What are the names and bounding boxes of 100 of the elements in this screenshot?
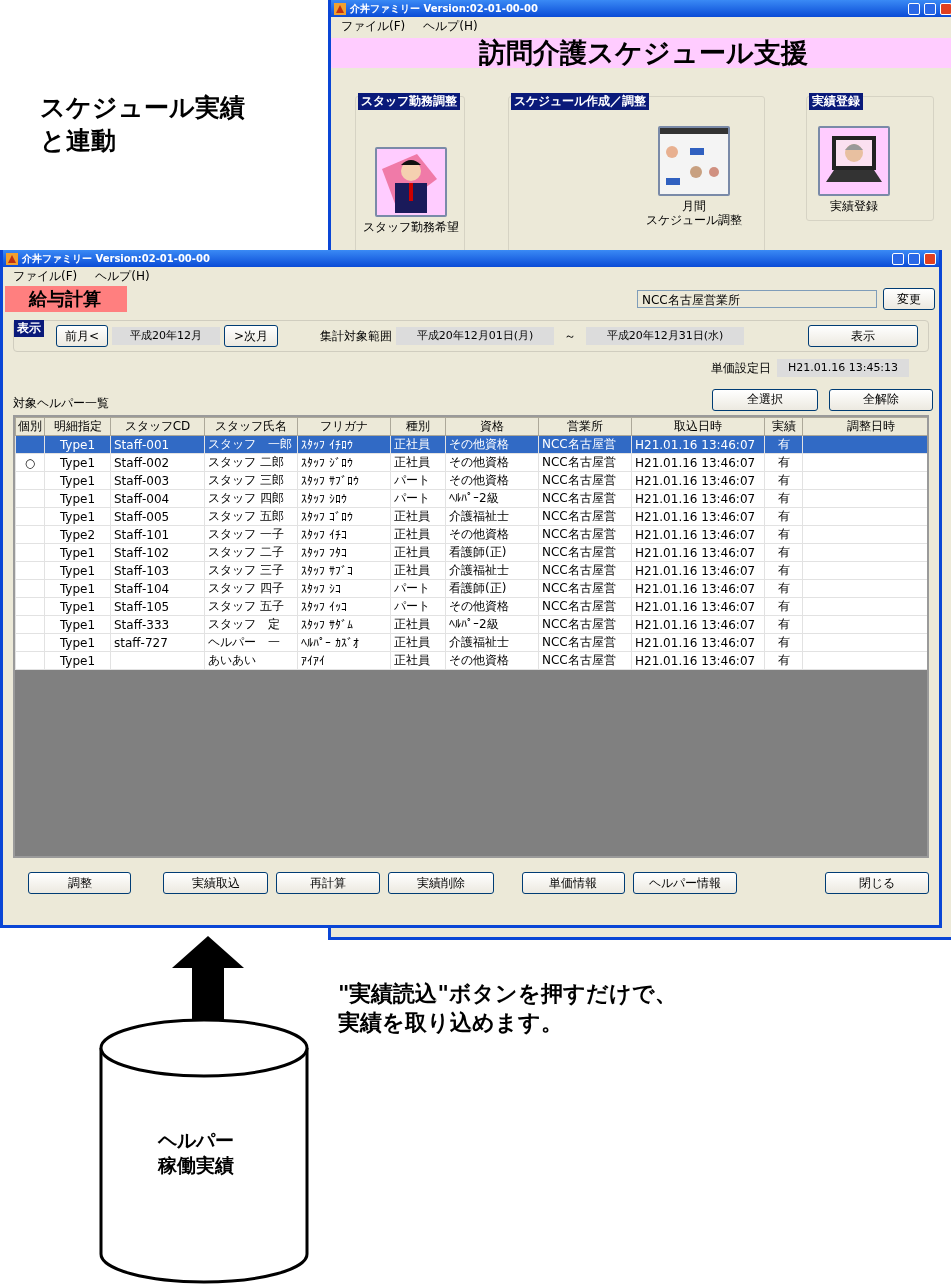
table-cell: Staff-002 bbox=[114, 455, 170, 470]
action-button[interactable]: ヘルパー情報 bbox=[632, 872, 737, 894]
group-label: 実績登録 bbox=[809, 93, 863, 110]
tile-label[interactable]: 実績登録 bbox=[830, 199, 878, 213]
table-cell: 有 bbox=[777, 491, 790, 505]
prev-month-button[interactable]: 前月< bbox=[56, 325, 108, 347]
action-button[interactable]: 閉じる bbox=[824, 872, 929, 894]
table-cell: Type1 bbox=[59, 491, 96, 506]
action-button[interactable]: 実績取込 bbox=[163, 872, 269, 894]
column-header[interactable]: 種別 bbox=[390, 417, 446, 436]
table-cell: パート bbox=[394, 599, 430, 613]
close-button[interactable] bbox=[924, 252, 936, 265]
table-cell: Type1 bbox=[59, 617, 96, 632]
caption-text: 実績を取り込めます。 bbox=[338, 1008, 563, 1037]
action-button[interactable]: 実績削除 bbox=[388, 872, 494, 894]
table-cell: Staff-102 bbox=[114, 545, 170, 560]
table-cell: 有 bbox=[777, 653, 790, 667]
maximize-button[interactable] bbox=[924, 2, 936, 15]
column-header[interactable]: 実績 bbox=[764, 417, 803, 436]
tile-label[interactable]: スタッフ勤務希望 bbox=[363, 220, 459, 234]
table-cell: ヘルパー 一 bbox=[208, 635, 280, 649]
column-header[interactable]: 個別 bbox=[15, 417, 45, 436]
menu-item[interactable]: ヘルプ(H) bbox=[423, 18, 478, 35]
table-cell: 有 bbox=[777, 581, 790, 595]
column-header[interactable]: 明細指定 bbox=[44, 417, 111, 436]
group-label: スタッフ勤務調整 bbox=[358, 93, 460, 110]
table-cell: スタッフ 四郎 bbox=[208, 491, 284, 505]
table-cell: Staff-005 bbox=[114, 509, 170, 524]
column-header[interactable]: スタッフ氏名 bbox=[204, 417, 298, 436]
close-button[interactable] bbox=[940, 2, 951, 15]
table-cell: NCC名古屋営 bbox=[542, 455, 616, 469]
table-cell: 有 bbox=[777, 455, 790, 469]
month-field: 平成20年12月 bbox=[112, 327, 220, 345]
table-cell: NCC名古屋営 bbox=[542, 563, 616, 577]
action-button[interactable]: 単価情報 bbox=[521, 872, 625, 894]
clear-all-button[interactable]: 全解除 bbox=[829, 388, 933, 411]
database-label: ヘルパー bbox=[158, 1128, 234, 1153]
select-all-button[interactable]: 全選択 bbox=[712, 388, 818, 411]
table-cell: Type1 bbox=[59, 581, 96, 596]
table-cell: その他資格 bbox=[449, 527, 509, 541]
table-cell: スタッフ 定 bbox=[208, 617, 280, 631]
table-cell: ｽﾀｯﾌ ｼｺ bbox=[301, 581, 341, 596]
table-cell: Type1 bbox=[59, 599, 96, 614]
table-cell: 看護師(正) bbox=[449, 581, 507, 595]
table-cell: スタッフ 三子 bbox=[208, 563, 284, 577]
maximize-button[interactable] bbox=[908, 252, 920, 265]
table-cell: ﾍﾙﾊﾟｰ ｶｽﾞｵ bbox=[301, 635, 359, 650]
table-cell: パート bbox=[394, 473, 430, 487]
change-button[interactable]: 変更 bbox=[883, 288, 935, 310]
unit-date-field: H21.01.16 13:45:13 bbox=[777, 359, 909, 377]
table-cell: 正社員 bbox=[394, 527, 430, 541]
table-cell: Type1 bbox=[59, 455, 96, 470]
caption-text: "実績読込"ボタンを押すだけで、 bbox=[338, 980, 677, 1008]
table-cell: ｽﾀｯﾌ ｻﾌﾞﾛｳ bbox=[301, 473, 359, 488]
table-cell: 介護福祉士 bbox=[449, 635, 509, 649]
menu-item[interactable]: ファイル(F) bbox=[13, 268, 78, 285]
menu-item[interactable]: ヘルプ(H) bbox=[95, 268, 150, 285]
table-cell: 有 bbox=[777, 635, 790, 649]
table-cell: 正社員 bbox=[394, 509, 430, 523]
column-header[interactable]: スタッフCD bbox=[110, 417, 205, 436]
banner-title: 訪問介護スケジュール支援 bbox=[331, 38, 951, 68]
table-cell: Type1 bbox=[59, 509, 96, 524]
range-from-field: 平成20年12月01日(月) bbox=[396, 327, 554, 345]
table-cell: スタッフ 五郎 bbox=[208, 509, 284, 523]
tile-label[interactable]: 月間 bbox=[682, 199, 706, 213]
minimize-button[interactable] bbox=[892, 252, 904, 265]
column-header[interactable]: 営業所 bbox=[538, 417, 632, 436]
table-cell: H21.01.16 13:46:07 bbox=[635, 563, 756, 578]
database-label: 稼働実績 bbox=[158, 1152, 234, 1178]
window-title: 介丼ファミリー Version:02-01-00-00 bbox=[350, 1, 539, 16]
app-icon bbox=[334, 2, 346, 15]
minimize-button[interactable] bbox=[908, 2, 920, 15]
next-month-button[interactable]: >次月 bbox=[224, 325, 278, 347]
table-cell: Staff-003 bbox=[114, 473, 170, 488]
table-cell: 正社員 bbox=[394, 455, 430, 469]
action-button[interactable]: 再計算 bbox=[276, 872, 381, 894]
table-cell: 有 bbox=[777, 527, 790, 541]
table-cell: NCC名古屋営 bbox=[542, 653, 616, 667]
column-header[interactable]: 調整日時 bbox=[802, 417, 927, 436]
tile-label[interactable]: スケジュール調整 bbox=[646, 213, 742, 227]
table-cell: ﾍﾙﾊﾟｰ2級 bbox=[449, 491, 499, 505]
unit-date-label: 単価設定日 bbox=[711, 359, 771, 377]
show-button[interactable]: 表示 bbox=[808, 325, 918, 347]
table-cell: 有 bbox=[777, 599, 790, 613]
table-cell: ｽﾀｯﾌ ｼﾛｳ bbox=[301, 491, 347, 506]
table-cell: Staff-001 bbox=[114, 437, 170, 452]
table-cell: 正社員 bbox=[394, 563, 430, 577]
range-label: 集計対象範囲 bbox=[320, 327, 392, 345]
menu-item[interactable]: ファイル(F) bbox=[341, 18, 406, 35]
table-cell: Type1 bbox=[59, 563, 96, 578]
column-header[interactable]: 資格 bbox=[445, 417, 539, 436]
table-cell: その他資格 bbox=[449, 473, 509, 487]
column-header[interactable]: フリガナ bbox=[297, 417, 391, 436]
table-cell: 有 bbox=[777, 545, 790, 559]
action-button[interactable]: 調整 bbox=[28, 872, 132, 894]
table-cell: H21.01.16 13:46:07 bbox=[635, 491, 756, 506]
window-title: 介丼ファミリー Version:02-01-00-00 bbox=[22, 251, 211, 266]
table-cell: ｽﾀｯﾌ ｻﾌﾞｺ bbox=[301, 563, 353, 578]
office-field[interactable]: NCC名古屋営業所 bbox=[637, 290, 877, 308]
column-header[interactable]: 取込日時 bbox=[631, 417, 765, 436]
